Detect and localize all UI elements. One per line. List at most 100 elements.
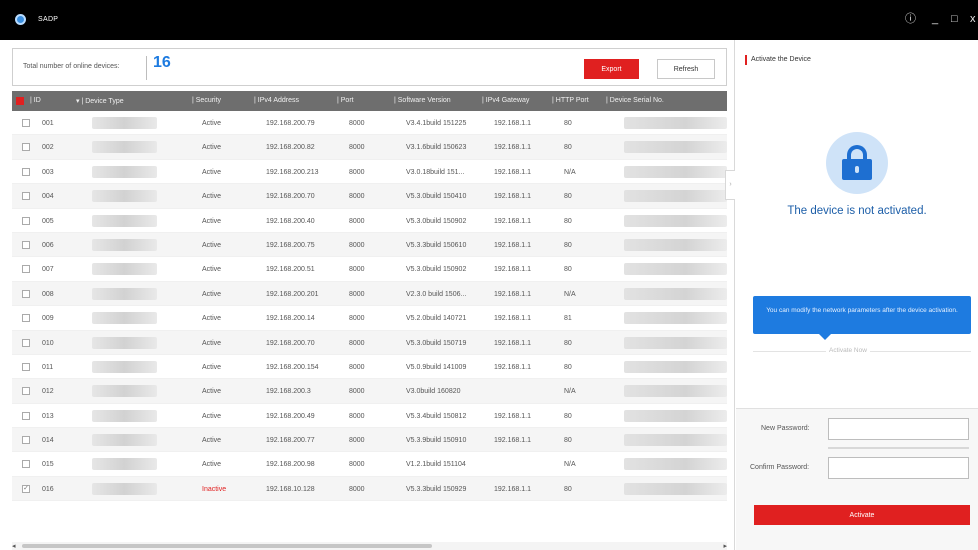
row-checkbox[interactable] — [22, 240, 30, 249]
row-checkbox[interactable] — [22, 265, 30, 274]
cell-id: 013 — [42, 412, 54, 420]
row-checkbox[interactable] — [22, 387, 30, 396]
cell-id: 003 — [42, 168, 54, 176]
collapse-panel-chevron-icon[interactable]: › — [725, 170, 735, 200]
row-checkbox[interactable] — [22, 119, 30, 127]
cell-software-version: V5.3.0build 150902 — [406, 266, 467, 274]
row-checkbox[interactable] — [22, 314, 30, 323]
cell-security: Active — [202, 144, 222, 152]
cell-id: 008 — [42, 290, 54, 298]
scroll-right-arrow-icon[interactable]: ▸ — [723, 542, 727, 550]
scrollbar-thumb[interactable] — [22, 544, 432, 548]
cell-id: 004 — [42, 193, 54, 201]
cell-http-port: 80 — [564, 217, 572, 225]
table-row[interactable]: 001 Active 192.168.200.79 8000 V3.4.1build 1… — [12, 111, 727, 136]
row-checkbox[interactable] — [22, 143, 30, 152]
row-checkbox[interactable] — [22, 216, 30, 225]
cell-security: Active — [202, 193, 222, 201]
cell-http-port: 80 — [564, 241, 572, 249]
serial-number-redacted — [624, 336, 727, 349]
row-checkbox[interactable] — [22, 460, 30, 469]
cell-ipv4-gateway: 192.168.1.1 — [494, 339, 531, 347]
serial-number-redacted — [624, 214, 727, 227]
cell-security: Active — [202, 339, 222, 347]
cell-ipv4-gateway: 192.168.1.1 — [494, 120, 531, 127]
row-checkbox[interactable]: ✓ — [22, 484, 30, 493]
table-row[interactable]: 011 Active 192.168.200.154 8000 V5.0.9build … — [12, 355, 727, 380]
cell-http-port: 80 — [564, 363, 572, 371]
table-row[interactable]: 006 Active 192.168.200.75 8000 V5.3.3build 1… — [12, 232, 727, 258]
row-checkbox[interactable] — [22, 192, 30, 201]
tooltip-arrow — [819, 334, 831, 340]
cell-ipv4-address: 192.168.200.75 — [266, 241, 315, 249]
serial-number-redacted — [624, 458, 727, 471]
cell-software-version: V5.3.3build 150610 — [406, 241, 467, 249]
column-header-ipv4-gateway[interactable]: | IPv4 Gateway — [482, 97, 529, 104]
column-header-id[interactable]: | ID — [30, 97, 41, 104]
cell-id: 015 — [42, 461, 54, 469]
table-row[interactable]: 012 Active 192.168.200.3 8000 V3.0build 1608… — [12, 379, 727, 404]
column-header-security[interactable]: | Security — [192, 97, 221, 104]
serial-number-redacted — [624, 117, 727, 129]
cell-ipv4-address: 192.168.200.70 — [266, 193, 315, 201]
cell-security: Active — [202, 461, 222, 469]
horizontal-scrollbar[interactable]: ◂ ▸ — [12, 542, 727, 550]
maximize-button[interactable]: □ — [951, 12, 958, 26]
table-row[interactable]: 005 Active 192.168.200.40 8000 V5.3.0build 1… — [12, 209, 727, 233]
column-header-device-type[interactable]: ▾ | Device Type — [76, 97, 124, 105]
table-row[interactable]: 008 Active 192.168.200.201 8000 V2.3.0 build… — [12, 281, 727, 307]
new-password-field[interactable] — [828, 418, 969, 440]
column-header-serial-no[interactable]: | Device Serial No. — [606, 97, 664, 104]
info-icon[interactable]: ⓘ — [905, 12, 916, 26]
cell-ipv4-gateway: 192.168.1.1 — [494, 266, 531, 274]
column-header-http-port[interactable]: | HTTP Port — [552, 97, 589, 104]
cell-port: 8000 — [349, 168, 365, 176]
activate-button[interactable]: Activate — [754, 505, 970, 525]
refresh-button[interactable]: Refresh — [657, 59, 715, 79]
table-row[interactable]: 004 Active 192.168.200.70 8000 V5.3.0build 1… — [12, 184, 727, 209]
table-row[interactable]: 013 Active 192.168.200.49 8000 V5.3.4build 1… — [12, 404, 727, 429]
cell-software-version: V5.3.0build 150410 — [406, 193, 467, 201]
cell-software-version: V3.4.1build 151225 — [406, 120, 467, 127]
column-header-software-version[interactable]: | Software Version — [394, 97, 451, 104]
cell-port: 8000 — [349, 461, 365, 469]
scroll-left-arrow-icon[interactable]: ◂ — [12, 542, 16, 550]
new-password-label: New Password: — [761, 425, 810, 432]
cell-ipv4-address: 192.168.200.77 — [266, 437, 315, 445]
serial-number-redacted — [624, 434, 727, 447]
row-checkbox[interactable] — [22, 436, 30, 445]
activation-tooltip: You can modify the network parameters af… — [753, 296, 971, 334]
row-checkbox[interactable] — [22, 411, 30, 420]
table-row[interactable]: 015 Active 192.168.200.98 8000 V1.2.1build 1… — [12, 452, 727, 477]
minimize-button[interactable]: _ — [932, 12, 938, 26]
table-row[interactable]: 009 Active 192.168.200.14 8000 V5.2.0build 1… — [12, 306, 727, 331]
cell-ipv4-address: 192.168.200.213 — [266, 168, 319, 176]
column-header-ipv4-address[interactable]: | IPv4 Address — [254, 97, 299, 104]
cell-http-port: 80 — [564, 144, 572, 152]
device-type-redacted — [92, 141, 157, 154]
column-header-port[interactable]: | Port — [337, 97, 354, 104]
close-button[interactable]: x — [970, 12, 976, 26]
table-row[interactable]: 014 Active 192.168.200.77 8000 V5.3.9build 1… — [12, 428, 727, 453]
password-strength-bar — [828, 447, 969, 449]
export-button[interactable]: Export — [584, 59, 639, 79]
row-checkbox[interactable] — [22, 289, 30, 298]
cell-security: Active — [202, 168, 222, 176]
confirm-password-field[interactable] — [828, 457, 969, 479]
table-row[interactable]: 007 Active 192.168.200.51 8000 V5.3.0build 1… — [12, 257, 727, 282]
activate-now-link[interactable]: Activate Now — [826, 347, 870, 354]
section-accent-bar — [745, 55, 747, 65]
row-checkbox[interactable] — [22, 338, 30, 347]
cell-ipv4-address: 192.168.200.98 — [266, 461, 315, 469]
table-row[interactable]: ✓ 016 Inactive 192.168.10.128 8000 V5.3.3buil… — [12, 476, 727, 502]
table-row[interactable]: 002 Active 192.168.200.82 8000 V3.1.6build 1… — [12, 135, 727, 160]
cell-security: Active — [202, 315, 222, 323]
table-row[interactable]: 010 Active 192.168.200.70 8000 V5.3.0build 1… — [12, 330, 727, 355]
cell-ipv4-address: 192.168.200.79 — [266, 120, 315, 127]
row-checkbox[interactable] — [22, 167, 30, 176]
device-type-redacted — [92, 360, 157, 373]
cell-ipv4-address: 192.168.200.82 — [266, 144, 315, 152]
select-all-checkbox[interactable] — [16, 97, 24, 105]
table-row[interactable]: 003 Active 192.168.200.213 8000 V3.0.18build… — [12, 160, 727, 185]
row-checkbox[interactable] — [22, 362, 30, 371]
